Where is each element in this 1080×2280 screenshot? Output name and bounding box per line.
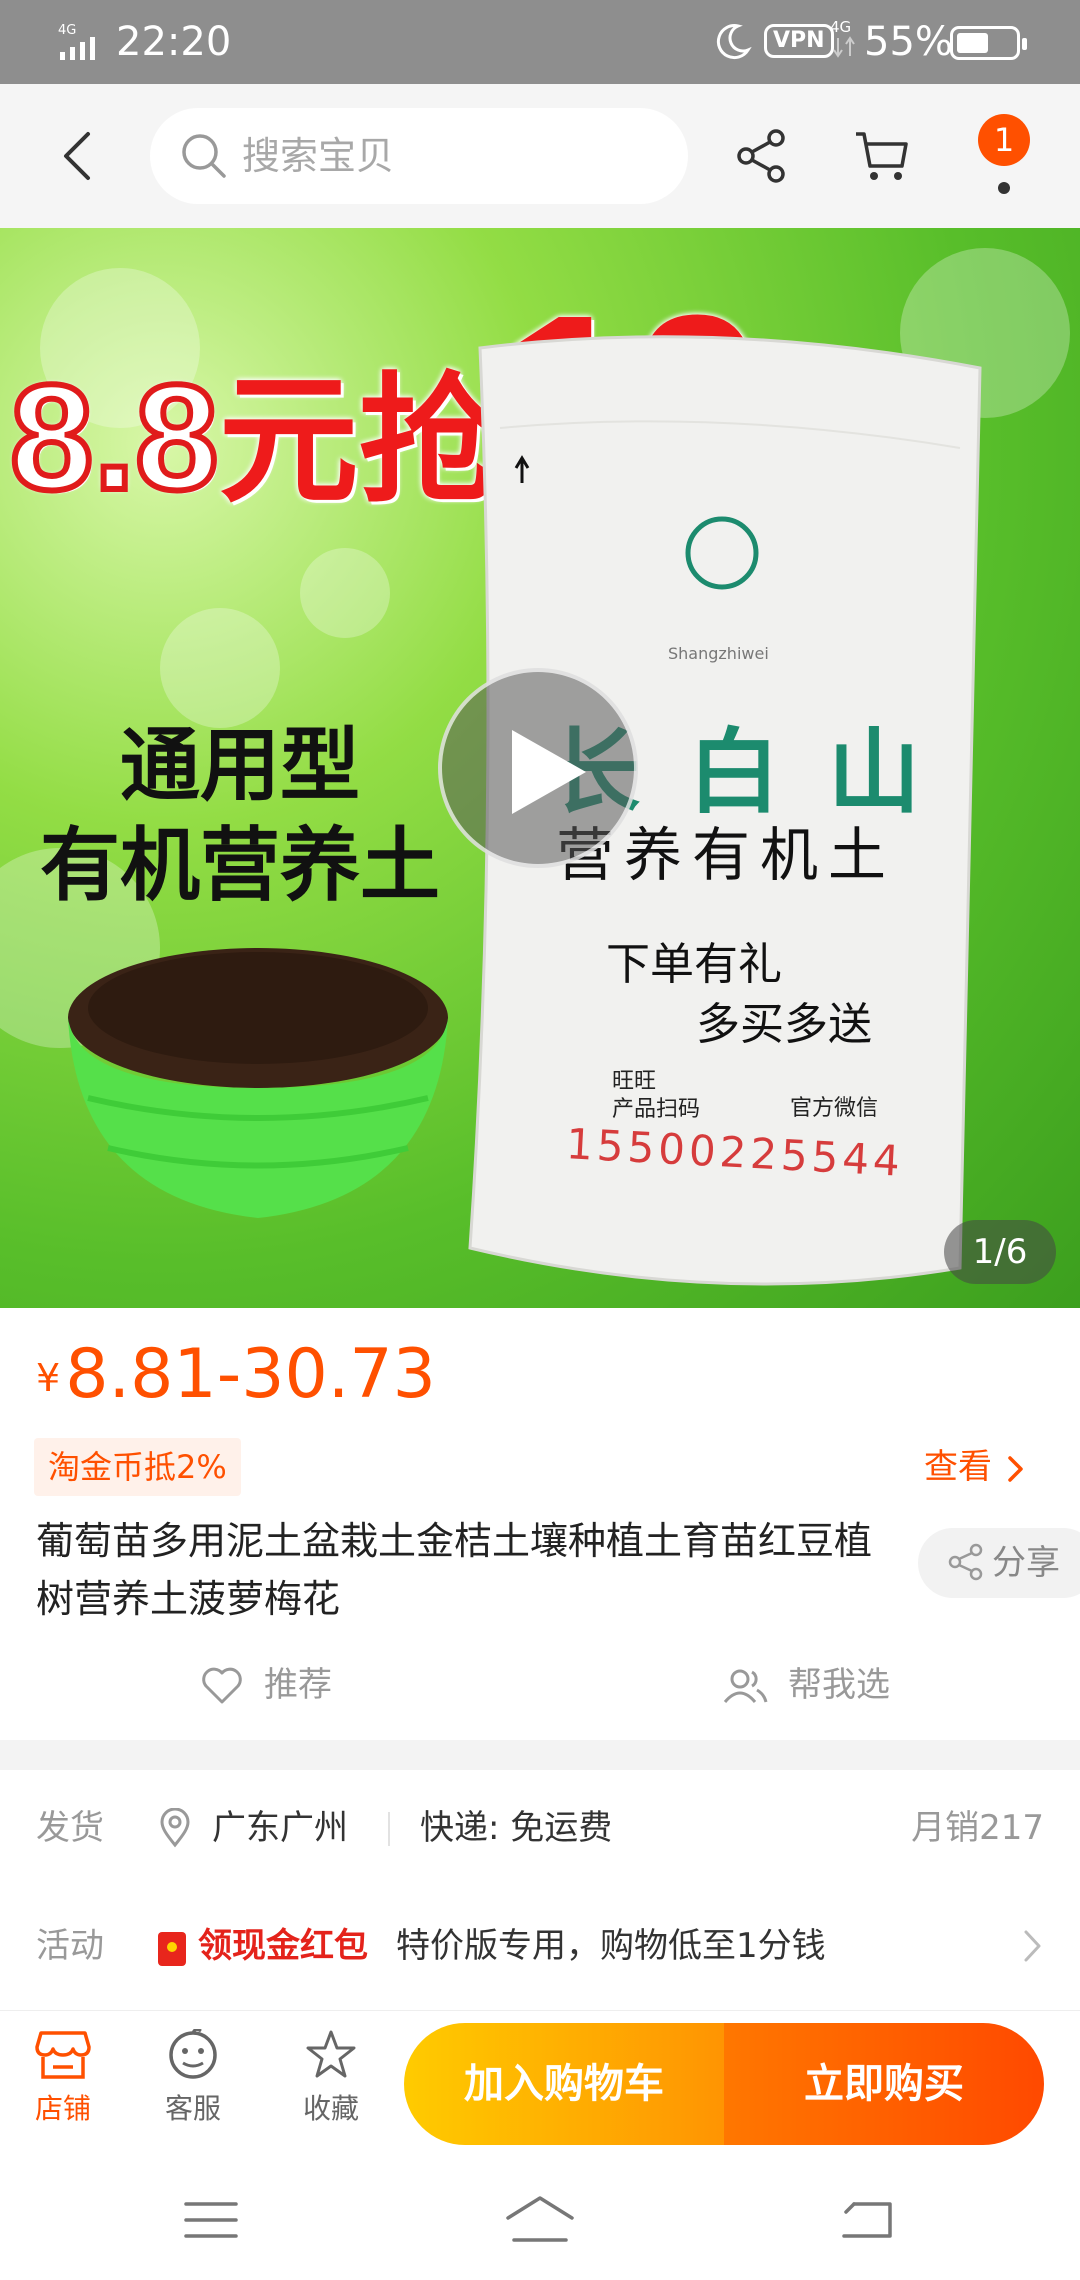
shop-icon [35,2031,91,2079]
cart-count-badge: 1 [978,114,1030,166]
back-arrow-icon[interactable] [50,124,110,188]
heart-icon [202,1667,242,1704]
customer-service-icon [169,2029,217,2079]
chevron-right-icon [1024,1930,1041,1962]
cart-icon[interactable] [852,126,912,186]
bokeh-decoration [300,548,390,638]
promo-price: 8.8 [7,353,222,521]
menu-icon[interactable] [184,2200,238,2240]
more-dot-icon [998,182,1010,194]
soil-bowl-illustration [68,948,448,1218]
promotion-description: 特价版专用，购物低至1分钱 [396,1926,826,1966]
system-navigation-bar [0,2160,1080,2280]
help-choose-button[interactable]: 帮我选 [722,1658,890,1712]
soil-type-title: 通用型 有机营养土 [20,716,460,916]
moon-icon [716,24,752,60]
tab-shop-label: 店铺 [34,2092,91,2125]
system-back-icon[interactable] [840,2198,894,2242]
product-actions: 推荐 帮我选 [0,1650,1080,1720]
share-icon[interactable] [734,126,790,186]
separator [388,1812,390,1846]
share-label: 分享 [992,1543,1060,1583]
tab-favorite[interactable]: 收藏 [276,2029,386,2127]
vpn-badge: VPN [764,24,834,58]
recommend-button[interactable]: 推荐 [200,1658,332,1712]
bottom-action-bar: 店铺 客服 收藏 加入购物车 立即购买 [0,2010,1080,2160]
star-icon [306,2030,356,2078]
tab-customer-service[interactable]: 客服 [138,2029,248,2127]
shipping-label: 发货 [36,1808,104,1848]
bag-slogan-2: 多买多送 [696,999,872,1050]
bag-brand-pinyin: Shangzhiwei [668,644,769,663]
section-divider [0,1740,1080,1770]
search-icon [182,134,226,178]
battery-percent: 55% [864,19,953,65]
people-icon [723,1669,768,1703]
shipping-location: 广东广州 [212,1808,348,1848]
status-bar: 4G 22:20 VPN 4G 55% [0,0,1080,84]
price-range: ¥ 8.81-30.73 [36,1330,436,1420]
home-icon[interactable] [504,2194,576,2244]
red-packet-text: 领现金红包 [198,1926,368,1966]
soil-type-line1: 通用型 [120,719,360,812]
currency-symbol: ¥ [36,1356,61,1400]
bokeh-decoration [160,608,280,728]
image-counter: 1/6 [944,1220,1056,1284]
help-choose-label: 帮我选 [788,1665,890,1705]
product-title: 葡萄苗多用泥土盆栽土金桔土壤种植土育苗红豆植树营养土菠萝梅花 [36,1519,873,1621]
express-fee: 快递: 免运费 [420,1808,613,1848]
red-packet-icon [158,1932,186,1966]
share-icon [948,1543,983,1581]
svg-text:4G: 4G [830,18,851,36]
play-icon [512,730,586,814]
shipping-row[interactable]: 发货 广东广州 快递: 免运费 月销217 [0,1778,1080,1878]
share-button[interactable]: 分享 [918,1528,1080,1598]
view-link-label: 查看 [924,1447,992,1487]
more-menu-button[interactable]: 1 [970,114,1034,198]
signal-icon: 4G [58,23,95,60]
bag-slogan-1: 下单有礼 [606,939,782,990]
add-to-cart-button[interactable]: 加入购物车 [404,2023,724,2145]
top-navigation: 搜索宝贝 1 [0,84,1080,228]
tab-favorite-label: 收藏 [302,2092,359,2125]
video-play-button[interactable] [438,668,638,868]
view-details-link[interactable]: 查看 [924,1440,1026,1494]
location-pin-icon [160,1808,190,1848]
tab-service-label: 客服 [164,2092,221,2125]
soil-type-line2: 有机营养土 [40,819,440,912]
bag-qr-note: 旺旺 产品扫码 [612,1069,701,1122]
search-placeholder: 搜索宝贝 [242,134,395,178]
monthly-sales: 月销217 [911,1808,1044,1848]
recommend-label: 推荐 [264,1665,332,1705]
promotion-row[interactable]: 活动 领现金红包 特价版专用，购物低至1分钱 [0,1896,1080,1996]
status-time: 22:20 [116,19,232,65]
chevron-right-icon [1008,1456,1023,1482]
bag-wechat-note: 官方微信 [790,1096,879,1121]
price-value: 8.81-30.73 [65,1335,436,1414]
taojinbi-discount-badge: 淘金币抵2% [34,1438,241,1496]
tab-shop[interactable]: 店铺 [8,2029,118,2127]
data-4g-icon: 4G [830,18,855,58]
search-input[interactable]: 搜索宝贝 [150,108,688,204]
promotion-label: 活动 [36,1926,104,1966]
product-image-carousel[interactable]: 8.8元抢10斤 通用型 有机营养土 Shangzhiwei 长白山 营养有机土… [0,228,1080,1308]
battery-icon [950,26,1027,60]
svg-text:4G: 4G [58,23,76,38]
buy-now-button[interactable]: 立即购买 [724,2023,1044,2145]
